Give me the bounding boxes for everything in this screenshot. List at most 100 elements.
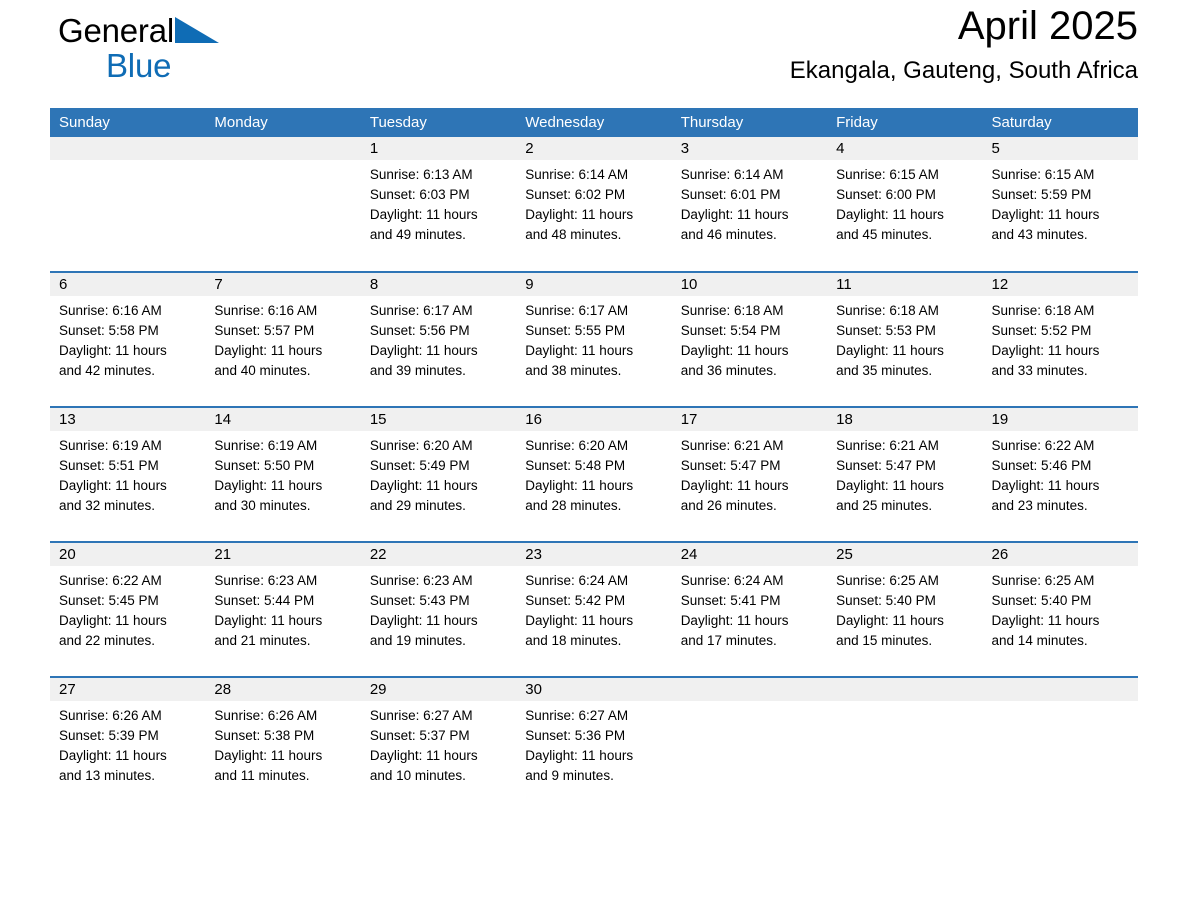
day-cell-inner: 14 Sunrise: 6:19 AM Sunset: 5:50 PM Dayligh…	[205, 408, 361, 541]
sunrise-time: Sunrise: 6:13 AM	[369, 167, 473, 182]
day-cell-inner: 11 Sunrise: 6:18 AM Sunset: 5:53 PM Dayligh…	[827, 273, 983, 406]
calendar-day-cell[interactable]: 4 Sunrise: 6:15 AM Sunset: 6:00 PM Daylight…	[827, 137, 983, 272]
daylight-duration-line1: Daylight: 11 hours	[680, 343, 789, 358]
sunset-time: Sunset: 5:59 PM	[991, 187, 1092, 202]
daylight-duration-line2: and 22 minutes.	[59, 633, 156, 648]
calendar-day-cell[interactable]: 10 Sunrise: 6:18 AM Sunset: 5:54 PM Dayligh…	[671, 271, 828, 407]
daylight-duration-line1: Daylight: 11 hours	[525, 613, 634, 628]
calendar-header-row: Sunday Monday Tuesday Wednesday Thursday…	[50, 108, 1138, 137]
day-cell-inner	[205, 137, 361, 271]
day-details: Sunrise: 6:16 AM Sunset: 5:57 PM Daylight:…	[205, 296, 360, 381]
calendar-day-cell[interactable]: 23 Sunrise: 6:24 AM Sunset: 5:42 PM Dayligh…	[516, 541, 672, 677]
day-cell-inner: 16 Sunrise: 6:20 AM Sunset: 5:48 PM Dayligh…	[516, 408, 672, 541]
day-number: 1	[360, 137, 517, 160]
day-details: Sunrise: 6:18 AM Sunset: 5:52 PM Daylight:…	[983, 296, 1138, 381]
calendar-day-cell[interactable]: 19 Sunrise: 6:22 AM Sunset: 5:46 PM Dayligh…	[982, 406, 1138, 542]
day-number: 15	[360, 408, 517, 431]
day-details: Sunrise: 6:20 AM Sunset: 5:49 PM Daylight:…	[361, 431, 516, 516]
calendar-day-cell[interactable]: 27 Sunrise: 6:26 AM Sunset: 5:39 PM Dayligh…	[50, 676, 206, 805]
calendar-week-row: 1 Sunrise: 6:13 AM Sunset: 6:03 PM Daylight…	[50, 137, 1138, 272]
calendar-day-cell[interactable]: 20 Sunrise: 6:22 AM Sunset: 5:45 PM Dayligh…	[50, 541, 206, 677]
sunrise-time: Sunrise: 6:25 AM	[991, 573, 1095, 588]
day-cell-inner: 15 Sunrise: 6:20 AM Sunset: 5:49 PM Dayligh…	[360, 408, 517, 541]
calendar-day-cell[interactable]: 12 Sunrise: 6:18 AM Sunset: 5:52 PM Dayligh…	[982, 271, 1138, 407]
day-details: Sunrise: 6:26 AM Sunset: 5:39 PM Daylight:…	[50, 701, 205, 786]
calendar-day-cell[interactable]: 26 Sunrise: 6:25 AM Sunset: 5:40 PM Dayligh…	[982, 541, 1138, 677]
calendar-day-cell[interactable]: 29 Sunrise: 6:27 AM Sunset: 5:37 PM Dayligh…	[360, 676, 517, 805]
sunrise-time: Sunrise: 6:16 AM	[214, 303, 318, 318]
day-number: 11	[827, 273, 983, 296]
daylight-duration-line2: and 11 minutes.	[214, 768, 310, 783]
sunset-time: Sunset: 5:53 PM	[836, 323, 936, 338]
calendar-day-cell[interactable]: 8 Sunrise: 6:17 AM Sunset: 5:56 PM Daylight…	[360, 271, 517, 407]
general-blue-triangle-icon	[175, 17, 220, 47]
daylight-duration-line2: and 42 minutes.	[59, 363, 156, 378]
daylight-duration-line2: and 48 minutes.	[525, 227, 622, 242]
calendar-day-cell[interactable]: 5 Sunrise: 6:15 AM Sunset: 5:59 PM Daylight…	[982, 137, 1138, 272]
sunrise-time: Sunrise: 6:19 AM	[214, 438, 318, 453]
calendar-day-cell[interactable]: 14 Sunrise: 6:19 AM Sunset: 5:50 PM Dayligh…	[205, 406, 361, 542]
daylight-duration-line1: Daylight: 11 hours	[525, 343, 634, 358]
calendar-day-cell[interactable]: 18 Sunrise: 6:21 AM Sunset: 5:47 PM Dayligh…	[827, 406, 983, 542]
day-cell-inner: 23 Sunrise: 6:24 AM Sunset: 5:42 PM Dayligh…	[516, 543, 672, 676]
daylight-duration-line1: Daylight: 11 hours	[59, 613, 167, 628]
sunset-time: Sunset: 5:37 PM	[369, 728, 470, 743]
calendar-day-cell[interactable]: 3 Sunrise: 6:14 AM Sunset: 6:01 PM Daylight…	[671, 137, 828, 272]
sunset-time: Sunset: 5:38 PM	[214, 728, 315, 743]
weekday-header-monday: Monday	[205, 108, 361, 137]
calendar-day-cell[interactable]: 1 Sunrise: 6:13 AM Sunset: 6:03 PM Daylight…	[360, 137, 517, 272]
calendar-day-cell[interactable]: 15 Sunrise: 6:20 AM Sunset: 5:49 PM Dayligh…	[360, 406, 517, 542]
sunrise-time: Sunrise: 6:20 AM	[369, 438, 473, 453]
logo-bottom-row: Blue	[58, 47, 238, 85]
daylight-duration-line2: and 18 minutes.	[525, 633, 622, 648]
calendar-day-cell[interactable]: 13 Sunrise: 6:19 AM Sunset: 5:51 PM Dayligh…	[50, 406, 206, 542]
calendar-day-cell-empty	[205, 137, 361, 272]
general-blue-logo[interactable]: General Blue	[58, 12, 238, 88]
sunrise-time: Sunrise: 6:26 AM	[59, 708, 162, 723]
calendar-day-cell[interactable]: 16 Sunrise: 6:20 AM Sunset: 5:48 PM Dayligh…	[516, 406, 672, 542]
calendar-day-cell[interactable]: 25 Sunrise: 6:25 AM Sunset: 5:40 PM Dayligh…	[827, 541, 983, 677]
sunrise-time: Sunrise: 6:18 AM	[836, 303, 939, 318]
sunrise-time: Sunrise: 6:24 AM	[680, 573, 784, 588]
sunset-time: Sunset: 5:36 PM	[525, 728, 626, 743]
sunset-time: Sunset: 5:42 PM	[525, 593, 626, 608]
daylight-duration-line1: Daylight: 11 hours	[369, 207, 478, 222]
daylight-duration-line1: Daylight: 11 hours	[836, 478, 944, 493]
calendar-day-cell[interactable]: 21 Sunrise: 6:23 AM Sunset: 5:44 PM Dayligh…	[205, 541, 361, 677]
day-details: Sunrise: 6:18 AM Sunset: 5:53 PM Daylight:…	[827, 296, 982, 381]
calendar-day-cell[interactable]: 24 Sunrise: 6:24 AM Sunset: 5:41 PM Dayligh…	[671, 541, 828, 677]
daylight-duration-line2: and 19 minutes.	[369, 633, 466, 648]
sunset-time: Sunset: 5:55 PM	[525, 323, 626, 338]
calendar-day-cell[interactable]: 22 Sunrise: 6:23 AM Sunset: 5:43 PM Dayligh…	[360, 541, 517, 677]
daylight-duration-line1: Daylight: 11 hours	[369, 613, 478, 628]
daylight-duration-line1: Daylight: 11 hours	[991, 343, 1100, 358]
daylight-duration-line2: and 40 minutes.	[214, 363, 311, 378]
calendar-day-cell[interactable]: 11 Sunrise: 6:18 AM Sunset: 5:53 PM Dayligh…	[827, 271, 983, 407]
calendar-week-row: 6 Sunrise: 6:16 AM Sunset: 5:58 PM Daylight…	[50, 271, 1138, 407]
day-cell-inner: 20 Sunrise: 6:22 AM Sunset: 5:45 PM Dayligh…	[50, 543, 206, 676]
calendar-day-cell[interactable]: 7 Sunrise: 6:16 AM Sunset: 5:57 PM Daylight…	[205, 271, 361, 407]
daylight-duration-line2: and 36 minutes.	[680, 363, 777, 378]
day-number: 13	[50, 408, 206, 431]
day-number: 9	[516, 273, 672, 296]
sunrise-time: Sunrise: 6:21 AM	[680, 438, 784, 453]
day-number: 30	[516, 678, 672, 701]
daylight-duration-line2: and 13 minutes.	[59, 768, 156, 783]
calendar-day-cell[interactable]: 9 Sunrise: 6:17 AM Sunset: 5:55 PM Daylight…	[516, 271, 672, 407]
calendar-day-cell[interactable]: 17 Sunrise: 6:21 AM Sunset: 5:47 PM Dayligh…	[671, 406, 828, 542]
sunset-time: Sunset: 5:43 PM	[369, 593, 470, 608]
calendar-day-cell[interactable]: 28 Sunrise: 6:26 AM Sunset: 5:38 PM Dayligh…	[205, 676, 361, 805]
daylight-duration-line2: and 23 minutes.	[991, 498, 1088, 513]
daylight-duration-line1: Daylight: 11 hours	[680, 613, 789, 628]
daylight-duration-line1: Daylight: 11 hours	[525, 478, 634, 493]
daylight-duration-line2: and 38 minutes.	[525, 363, 622, 378]
day-cell-inner: 19 Sunrise: 6:22 AM Sunset: 5:46 PM Dayligh…	[982, 408, 1138, 541]
sunset-time: Sunset: 5:51 PM	[59, 458, 159, 473]
day-cell-inner: 21 Sunrise: 6:23 AM Sunset: 5:44 PM Dayligh…	[205, 543, 361, 676]
daylight-duration-line1: Daylight: 11 hours	[836, 343, 944, 358]
calendar-day-cell[interactable]: 2 Sunrise: 6:14 AM Sunset: 6:02 PM Daylight…	[516, 137, 672, 272]
day-details: Sunrise: 6:16 AM Sunset: 5:58 PM Daylight:…	[50, 296, 205, 381]
calendar-day-cell[interactable]: 30 Sunrise: 6:27 AM Sunset: 5:36 PM Dayligh…	[516, 676, 672, 805]
day-number: 8	[360, 273, 517, 296]
calendar-day-cell[interactable]: 6 Sunrise: 6:16 AM Sunset: 5:58 PM Daylight…	[50, 271, 206, 407]
